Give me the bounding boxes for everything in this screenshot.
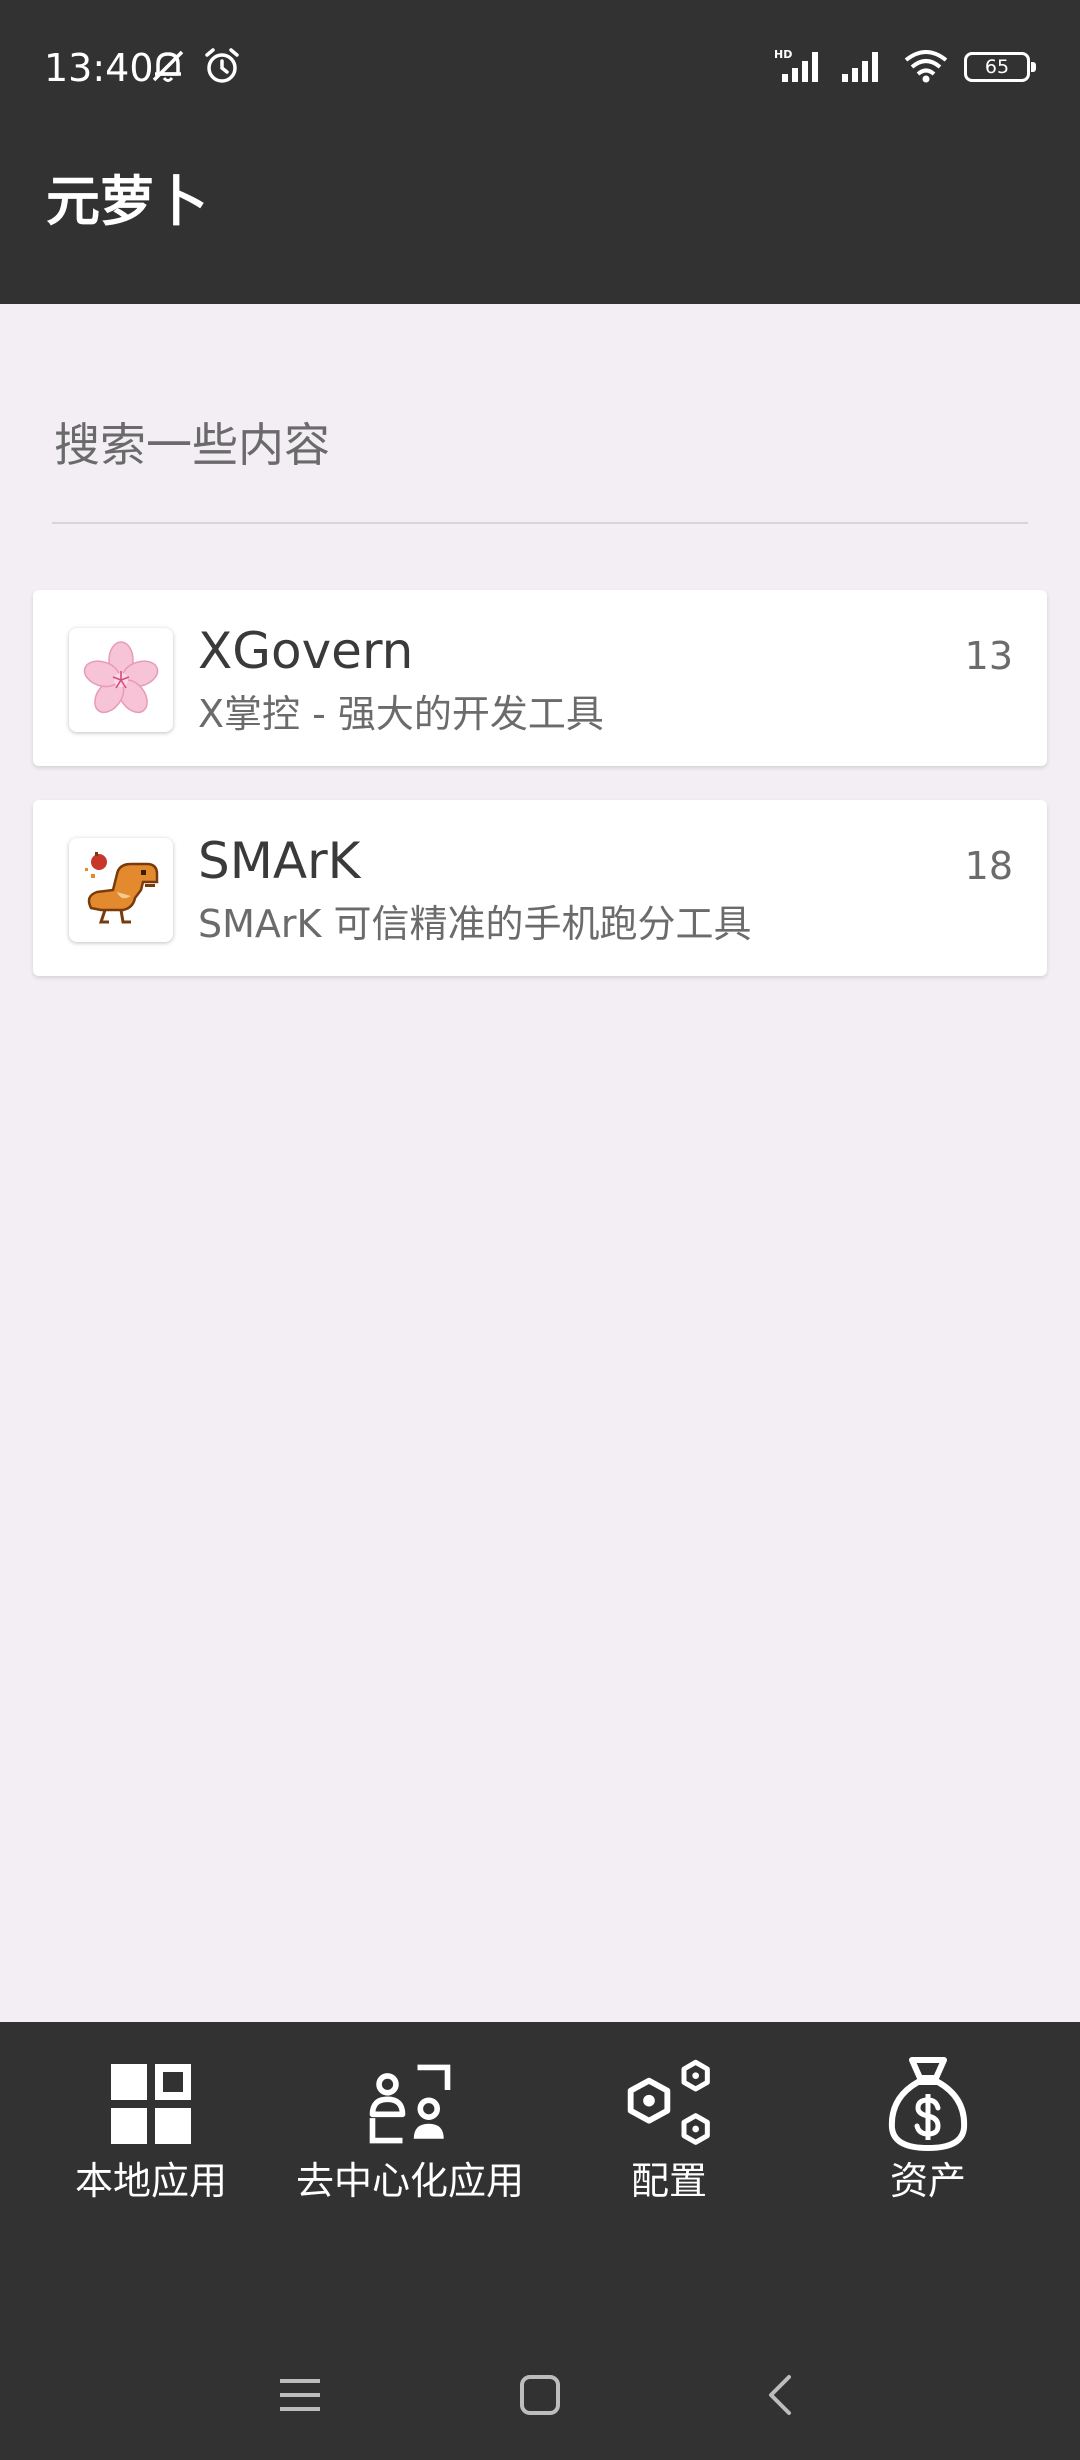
status-right-icons: HD 65 [774, 46, 1036, 88]
app-screen: 13:40 HD 65 元萝卜 搜索一些内容 XGovern X掌控 - 强大的… [0, 0, 1080, 2460]
battery-level: 65 [984, 56, 1010, 78]
users-icon [365, 2052, 455, 2156]
app-count: 18 [964, 844, 1013, 888]
nav-label: 本地应用 [74, 2159, 227, 2203]
nav-local-apps[interactable]: 本地应用 [21, 2052, 281, 2206]
back-icon[interactable] [740, 2355, 820, 2435]
signal-icon [840, 46, 888, 88]
wifi-icon [902, 46, 950, 88]
search-underline [52, 522, 1028, 524]
app-count: 13 [964, 634, 1013, 678]
bell-off-icon [148, 46, 188, 90]
nav-config[interactable]: 配置 [539, 2052, 799, 2206]
app-card-smark[interactable]: SMArK SMArK 可信精准的手机跑分工具 18 [33, 800, 1047, 976]
app-name: SMArK [198, 832, 361, 890]
svg-text:HD: HD [774, 48, 792, 61]
app-card-xgovern[interactable]: XGovern X掌控 - 强大的开发工具 13 [33, 590, 1047, 766]
search-input[interactable] [54, 400, 1028, 490]
battery-indicator: 65 [964, 52, 1036, 82]
app-title: 元萝卜 [46, 170, 208, 233]
nav-assets[interactable]: 资产 [798, 2052, 1058, 2206]
top-bar: 13:40 HD 65 元萝卜 [0, 0, 1080, 304]
nav-label: 资产 [889, 2159, 966, 2203]
bottom-navigation: 本地应用 去中心化应用 配置 资产 [0, 2022, 1080, 2460]
money-bag-icon [883, 2052, 973, 2156]
status-time: 13:40 [44, 46, 154, 90]
status-left-icons [148, 46, 242, 90]
nav-label: 配置 [630, 2159, 707, 2203]
dinosaur-icon [69, 838, 173, 942]
app-name: XGovern [198, 622, 414, 680]
sakura-icon [69, 628, 173, 732]
nav-dapps[interactable]: 去中心化应用 [280, 2052, 540, 2206]
nav-label: 去中心化应用 [295, 2159, 524, 2203]
grid-icon [106, 2052, 196, 2156]
hd-signal-icon: HD [774, 46, 826, 88]
alarm-icon [202, 46, 242, 90]
hexagons-icon [624, 2052, 714, 2156]
menu-icon[interactable] [260, 2355, 340, 2435]
app-description: SMArK 可信精准的手机跑分工具 [198, 902, 752, 946]
system-navigation [0, 2355, 1080, 2435]
app-description: X掌控 - 强大的开发工具 [198, 692, 604, 736]
home-icon[interactable] [500, 2355, 580, 2435]
